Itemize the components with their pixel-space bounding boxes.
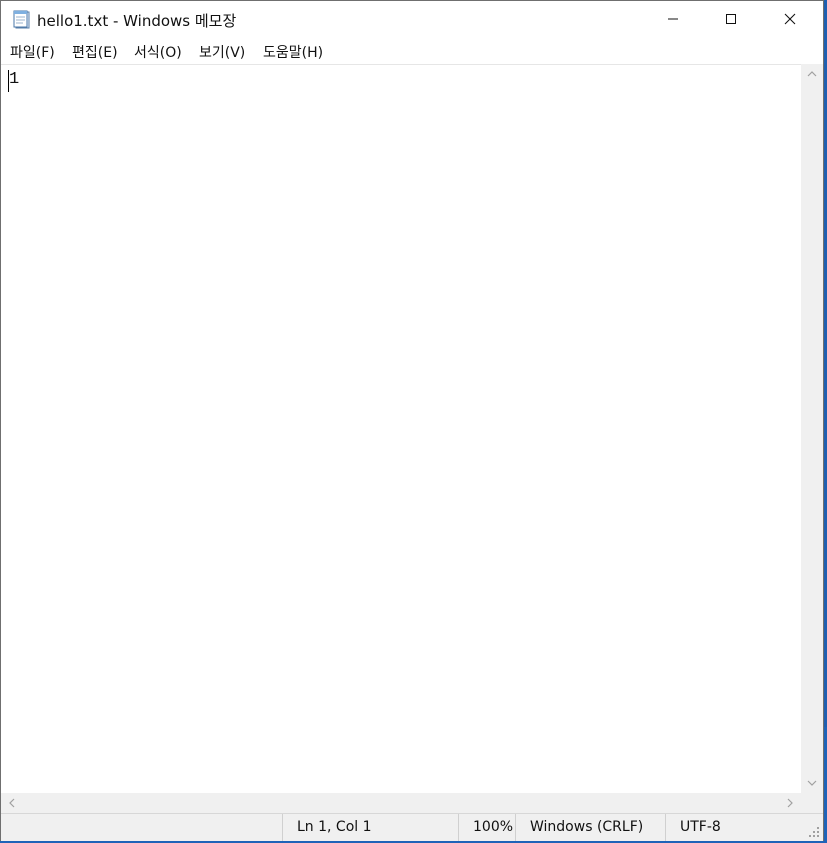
chevron-down-icon (807, 780, 817, 786)
close-button[interactable] (761, 1, 819, 37)
status-cursor-position: Ln 1, Col 1 (282, 814, 458, 841)
status-encoding: UTF-8 (665, 814, 823, 841)
scrollbar-corner (801, 793, 823, 813)
menu-file[interactable]: 파일(F) (10, 42, 55, 62)
maximize-button[interactable] (702, 1, 760, 37)
scroll-left-button[interactable] (1, 793, 23, 813)
vertical-scrollbar[interactable] (801, 64, 823, 793)
menu-format[interactable]: 서식(O) (134, 42, 182, 62)
maximize-icon (726, 14, 736, 24)
text-caret (8, 70, 9, 92)
status-line-ending: Windows (CRLF) (515, 814, 665, 841)
window-title: hello1.txt - Windows 메모장 (37, 12, 237, 30)
menu-edit[interactable]: 편집(E) (72, 42, 118, 62)
chevron-right-icon (787, 798, 793, 808)
scroll-up-button[interactable] (801, 64, 823, 84)
scroll-right-button[interactable] (779, 793, 801, 813)
text-editor[interactable]: 1 (1, 64, 801, 793)
title-bar[interactable]: hello1.txt - Windows 메모장 (1, 1, 823, 37)
notepad-icon (13, 10, 31, 29)
notepad-window: hello1.txt - Windows 메모장 파일(F) 편집(E) 서식(… (0, 0, 824, 841)
minimize-icon (668, 18, 678, 20)
chevron-up-icon (807, 71, 817, 77)
close-icon (784, 13, 796, 25)
scroll-down-button[interactable] (801, 773, 823, 793)
menu-view[interactable]: 보기(V) (199, 42, 245, 62)
status-bar: Ln 1, Col 1 100% Windows (CRLF) UTF-8 (1, 813, 823, 841)
menu-bar: 파일(F) 편집(E) 서식(O) 보기(V) 도움말(H) (1, 38, 823, 64)
horizontal-scrollbar[interactable] (1, 793, 801, 813)
status-zoom: 100% (458, 814, 515, 841)
resize-grip-icon[interactable] (808, 826, 820, 838)
menu-help[interactable]: 도움말(H) (263, 42, 323, 62)
editor-content[interactable]: 1 (9, 70, 19, 89)
minimize-button[interactable] (644, 1, 702, 37)
chevron-left-icon (9, 798, 15, 808)
